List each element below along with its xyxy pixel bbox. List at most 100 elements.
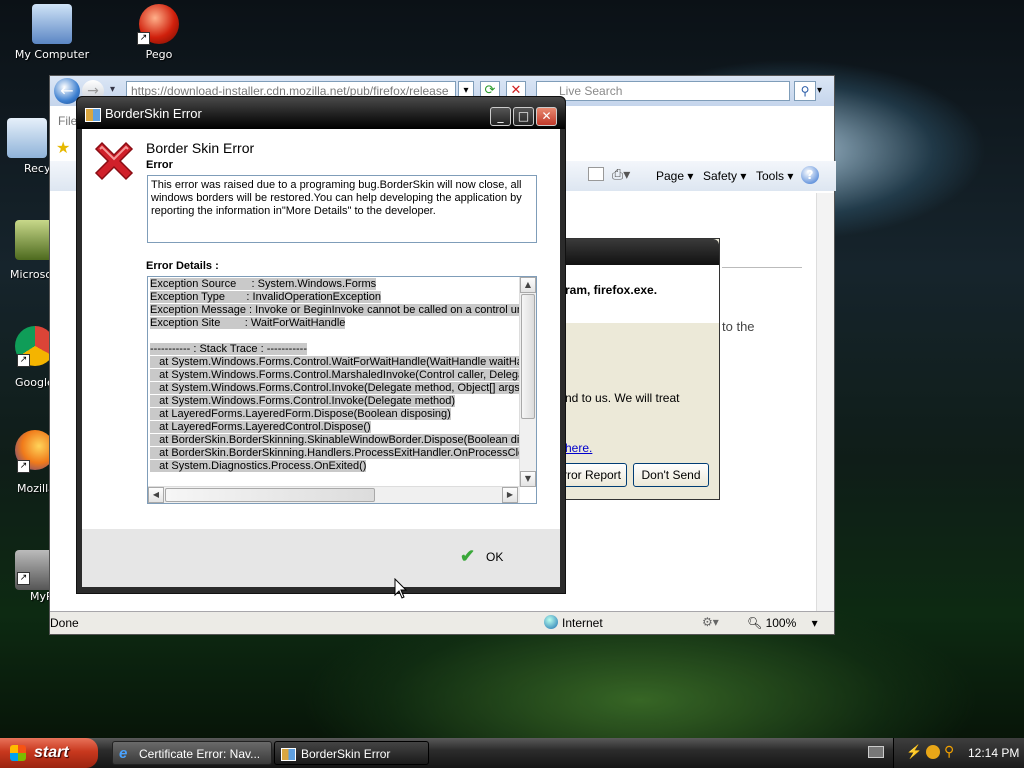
taskbar-item-label: Certificate Error: Nav... <box>139 747 261 761</box>
details-vertical-scrollbar[interactable]: ▲ ▼ <box>519 277 536 487</box>
error-details-line: at BorderSkin.BorderSkinning.SkinableWin… <box>150 434 520 447</box>
shortcut-arrow-icon: ↗ <box>17 354 30 367</box>
recent-pages-dropdown-icon[interactable]: ▾ <box>110 84 115 95</box>
page-divider <box>722 267 802 268</box>
background-dialog-header: ram, firefox.exe. <box>561 265 719 323</box>
zoom-control[interactable]: 🔍︎ 100% ▾ <box>747 616 818 630</box>
scroll-left-icon[interactable]: ◀ <box>148 487 164 503</box>
error-details-line-text: Exception Type : InvalidOperationExcepti… <box>150 291 381 303</box>
error-message-box[interactable]: This error was raised due to a programin… <box>147 175 537 243</box>
error-details-line: at BorderSkin.BorderSkinning.Handlers.Pr… <box>150 447 520 460</box>
vertical-scroll-thumb[interactable] <box>521 294 535 419</box>
page-vertical-scrollbar[interactable] <box>816 193 834 611</box>
taskbar-item-borderskin-error[interactable]: BorderSkin Error <box>274 741 429 765</box>
search-tray-icon[interactable]: ⚲ <box>944 743 954 760</box>
search-options-icon[interactable]: ▾ <box>817 81 829 101</box>
feeds-icon[interactable] <box>588 167 604 181</box>
shortcut-arrow-icon: ↗ <box>17 460 30 473</box>
error-label: Error <box>146 159 173 171</box>
error-x-icon <box>94 141 134 181</box>
error-details-line-text: Exception Message : Invoke or BeginInvok… <box>150 304 520 316</box>
borderskin-app-icon <box>281 748 296 761</box>
scroll-up-icon[interactable]: ▲ <box>520 277 536 293</box>
dialog-title: BorderSkin Error <box>105 106 202 121</box>
error-details-line-text: at System.Windows.Forms.Control.Invoke(D… <box>150 382 520 394</box>
close-icon: ✕ <box>541 109 552 123</box>
error-details-line-text: at System.Windows.Forms.Control.Marshale… <box>150 369 520 381</box>
system-tray: ⚡ ⚲ 12:14 PM <box>893 738 1024 768</box>
error-details-line: at System.Windows.Forms.Control.Marshale… <box>150 369 520 382</box>
scroll-down-icon[interactable]: ▼ <box>520 471 536 487</box>
scroll-right-icon[interactable]: ▶ <box>502 487 518 503</box>
desktop-icon-pego[interactable]: ↗ Pego <box>114 4 204 61</box>
dialog-titlebar[interactable]: BorderSkin Error _ □ ✕ <box>77 97 565 129</box>
desktop-icon-my-computer[interactable]: My Computer <box>7 4 97 61</box>
help-icon[interactable]: ? <box>801 166 819 184</box>
error-details-line-text: at LayeredForms.LayeredForm.Dispose(Bool… <box>150 408 451 420</box>
pego-icon: ↗ <box>137 4 179 45</box>
error-details-box[interactable]: Exception Source : System.Windows.Forms E… <box>147 276 537 504</box>
page-menu-label: Page <box>656 169 685 183</box>
dialog-footer: ✔ OK <box>82 529 560 587</box>
error-details-line-text: at System.Windows.Forms.Control.WaitForW… <box>150 356 520 368</box>
ie-icon: e <box>119 745 128 762</box>
error-details-line-text: at System.Windows.Forms.Control.Invoke(D… <box>150 395 456 407</box>
error-details-line: ----------- : Stack Trace : ----------- <box>150 343 520 356</box>
zoom-dropdown-icon: ▾ <box>811 616 818 630</box>
desktop-icon-label: Pego <box>145 48 173 61</box>
borderskin-error-dialog: BorderSkin Error _ □ ✕ Border Skin Error… <box>76 96 566 594</box>
safety-menu[interactable]: Safety ▾ <box>703 169 746 183</box>
clock[interactable]: 12:14 PM <box>968 746 1019 760</box>
maximize-icon: □ <box>517 109 530 123</box>
dont-send-button[interactable]: Don't Send <box>633 463 709 487</box>
ok-button[interactable]: ✔ OK <box>460 545 520 569</box>
error-details-line <box>150 330 520 343</box>
internet-zone-icon <box>544 615 558 629</box>
page-text-to-the: to the <box>722 319 755 334</box>
error-details-line: at System.Windows.Forms.Control.WaitForW… <box>150 356 520 369</box>
recycle-bin-icon <box>7 118 47 158</box>
mouse-cursor-icon <box>394 578 408 599</box>
network-icon[interactable]: ⚡ <box>906 744 922 760</box>
error-details-label: Error Details : <box>146 260 219 272</box>
dialog-heading: Border Skin Error <box>146 140 255 156</box>
print-icon[interactable]: ⎙▾ <box>612 167 630 183</box>
maximize-button[interactable]: □ <box>513 107 534 126</box>
desktop-icon-label: Recy <box>24 162 51 175</box>
checkmark-icon: ✔ <box>460 546 476 566</box>
horizontal-scroll-thumb[interactable] <box>165 488 375 502</box>
background-dialog-link[interactable]: here. <box>565 441 592 455</box>
error-details-line-text: at LayeredForms.LayeredControl.Dispose() <box>150 421 371 433</box>
error-details-text: Exception Source : System.Windows.Forms E… <box>150 278 520 478</box>
keyboard-icon[interactable] <box>868 746 884 758</box>
menu-bar-fragment[interactable]: File <box>58 114 77 128</box>
status-text: Done <box>50 616 79 630</box>
security-icon[interactable] <box>926 745 940 759</box>
safety-menu-label: Safety <box>703 169 738 183</box>
background-error-report-dialog: ram, firefox.exe. nd to us. We will trea… <box>557 238 720 500</box>
minimize-button[interactable]: _ <box>490 107 511 126</box>
background-dialog-titlebar <box>561 239 719 265</box>
tools-menu[interactable]: Tools ▾ <box>756 169 793 183</box>
error-details-line-text: at System.Diagnostics.Process.OnExited() <box>150 460 367 472</box>
search-input[interactable]: Live Search <box>536 81 790 101</box>
error-details-line-text: at BorderSkin.BorderSkinning.Handlers.Pr… <box>150 447 520 459</box>
minimize-icon: _ <box>497 109 504 123</box>
shortcut-arrow-icon: ↗ <box>137 32 150 45</box>
taskbar-item-certificate-error[interactable]: e Certificate Error: Nav... <box>112 741 272 765</box>
page-menu[interactable]: Page ▾ <box>656 169 693 183</box>
send-error-report-button[interactable]: rror Report <box>557 463 627 487</box>
search-icon[interactable]: ⚲ <box>794 81 816 101</box>
error-details-line: Exception Source : System.Windows.Forms <box>150 278 520 291</box>
windows-logo-icon <box>10 745 26 761</box>
error-details-line: Exception Message : Invoke or BeginInvok… <box>150 304 520 317</box>
close-button[interactable]: ✕ <box>536 107 557 126</box>
favorites-star-icon[interactable]: ★ <box>56 138 70 157</box>
details-horizontal-scrollbar[interactable]: ◀ ▶ <box>148 486 520 503</box>
protected-mode-icon[interactable]: ⚙▾ <box>702 615 719 629</box>
zoom-icon: 🔍︎ <box>747 616 763 630</box>
desktop-icon-label: Google <box>15 376 54 389</box>
app-icon <box>85 108 101 122</box>
start-button[interactable]: start <box>0 738 98 768</box>
desktop-icon-label: My Computer <box>14 48 90 61</box>
